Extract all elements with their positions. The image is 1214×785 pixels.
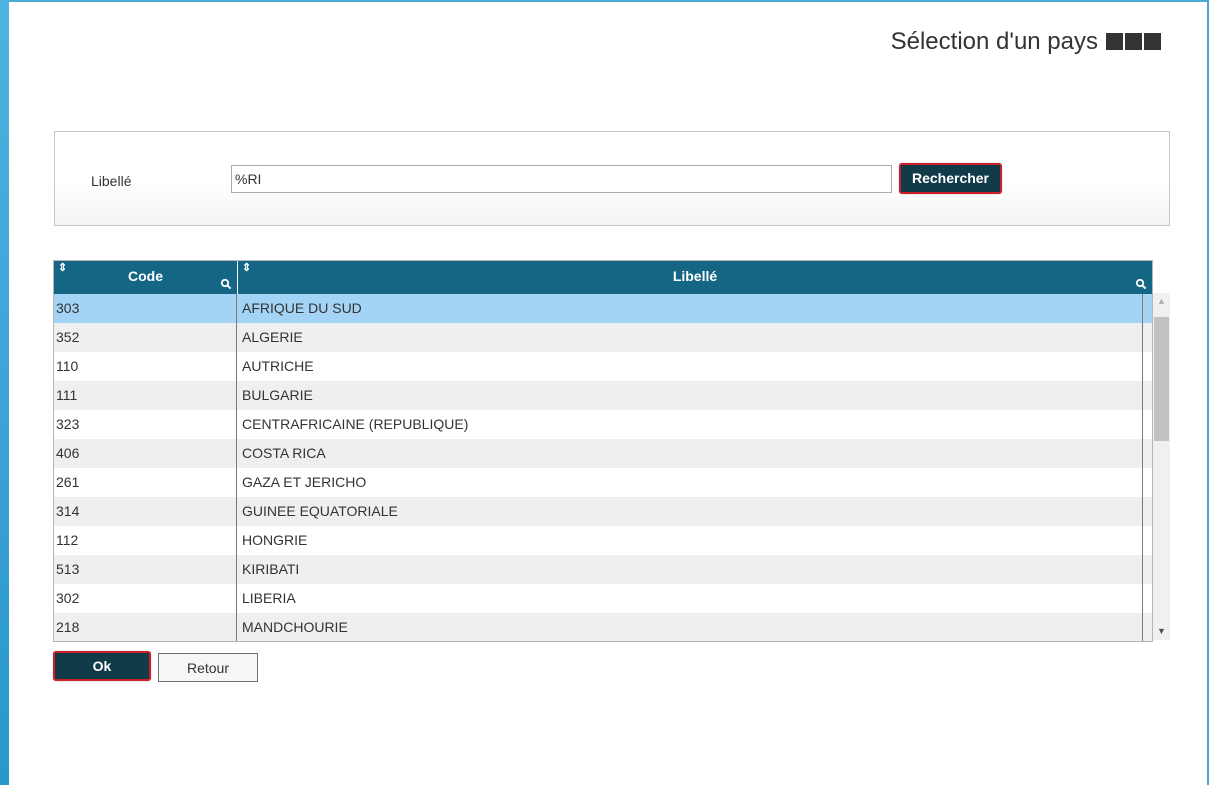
table-row[interactable]: 111 BULGARIE: [54, 381, 1152, 410]
cell-code: 302: [54, 584, 237, 613]
cell-code: 323: [54, 410, 237, 439]
search-input[interactable]: [231, 165, 892, 193]
cell-libelle: BULGARIE: [238, 381, 1143, 410]
cell-code: 261: [54, 468, 237, 497]
cell-libelle: HONGRIE: [238, 526, 1143, 555]
table-row[interactable]: 352 ALGERIE: [54, 323, 1152, 352]
top-border: [9, 0, 1209, 2]
page-title-area: Sélection d'un pays: [800, 28, 1161, 56]
square-icon: [1125, 33, 1142, 50]
cell-libelle: AFRIQUE DU SUD: [238, 294, 1143, 323]
table-row[interactable]: 302 LIBERIA: [54, 584, 1152, 613]
cell-libelle: COSTA RICA: [238, 439, 1143, 468]
table-row[interactable]: 323 CENTRAFRICAINE (REPUBLIQUE): [54, 410, 1152, 439]
cell-code: 303: [54, 294, 237, 323]
grid-body: 303 AFRIQUE DU SUD 352 ALGERIE 110 AUTRI…: [54, 294, 1152, 641]
page: Sélection d'un pays Libellé Rechercher ⇕…: [0, 0, 1214, 785]
cell-code: 314: [54, 497, 237, 526]
cell-libelle: AUTRICHE: [238, 352, 1143, 381]
table-row[interactable]: 218 MANDCHOURIE: [54, 613, 1152, 641]
cell-libelle: CENTRAFRICAINE (REPUBLIQUE): [238, 410, 1143, 439]
country-grid: ⇕ Code ⇕ Libellé 303 AFRIQUE DU SUD 352 …: [53, 260, 1153, 642]
grid-scrollbar[interactable]: ▲ ▼: [1153, 293, 1170, 640]
search-icon[interactable]: [1135, 278, 1147, 290]
cell-libelle: GAZA ET JERICHO: [238, 468, 1143, 497]
square-icon: [1106, 33, 1123, 50]
table-row[interactable]: 112 HONGRIE: [54, 526, 1152, 555]
cell-code: 110: [54, 352, 237, 381]
cell-code: 112: [54, 526, 237, 555]
cell-code: 218: [54, 613, 237, 641]
table-row[interactable]: 513 KIRIBATI: [54, 555, 1152, 584]
cell-libelle: LIBERIA: [238, 584, 1143, 613]
retour-button[interactable]: Retour: [158, 653, 258, 682]
search-panel: Libellé Rechercher: [54, 131, 1170, 226]
ok-button[interactable]: Ok: [53, 651, 151, 681]
column-header-libelle[interactable]: ⇕ Libellé: [238, 261, 1152, 294]
cell-libelle: GUINEE EQUATORIALE: [238, 497, 1143, 526]
cell-libelle: KIRIBATI: [238, 555, 1143, 584]
search-label: Libellé: [91, 173, 132, 189]
square-icon: [1144, 33, 1161, 50]
cell-code: 352: [54, 323, 237, 352]
cell-code: 513: [54, 555, 237, 584]
scrollbar-thumb[interactable]: [1154, 317, 1169, 441]
search-icon[interactable]: [220, 278, 232, 290]
cell-libelle: ALGERIE: [238, 323, 1143, 352]
cell-libelle: MANDCHOURIE: [238, 613, 1143, 641]
column-header-code[interactable]: ⇕ Code: [54, 261, 238, 294]
cell-code: 111: [54, 381, 237, 410]
triangle-up-icon[interactable]: ▲: [1153, 293, 1170, 310]
left-accent-bar: [0, 0, 9, 785]
table-row[interactable]: 261 GAZA ET JERICHO: [54, 468, 1152, 497]
table-row[interactable]: 406 COSTA RICA: [54, 439, 1152, 468]
grid-header: ⇕ Code ⇕ Libellé: [54, 261, 1152, 294]
cell-code: 406: [54, 439, 237, 468]
right-border: [1207, 0, 1209, 785]
table-row[interactable]: 314 GUINEE EQUATORIALE: [54, 497, 1152, 526]
column-header-label: Libellé: [672, 268, 718, 284]
column-header-label: Code: [128, 268, 163, 284]
page-title: Sélection d'un pays: [890, 28, 1098, 55]
triangle-down-icon[interactable]: ▼: [1153, 623, 1170, 640]
table-row[interactable]: 303 AFRIQUE DU SUD: [54, 294, 1152, 323]
table-row[interactable]: 110 AUTRICHE: [54, 352, 1152, 381]
search-button[interactable]: Rechercher: [899, 163, 1002, 194]
